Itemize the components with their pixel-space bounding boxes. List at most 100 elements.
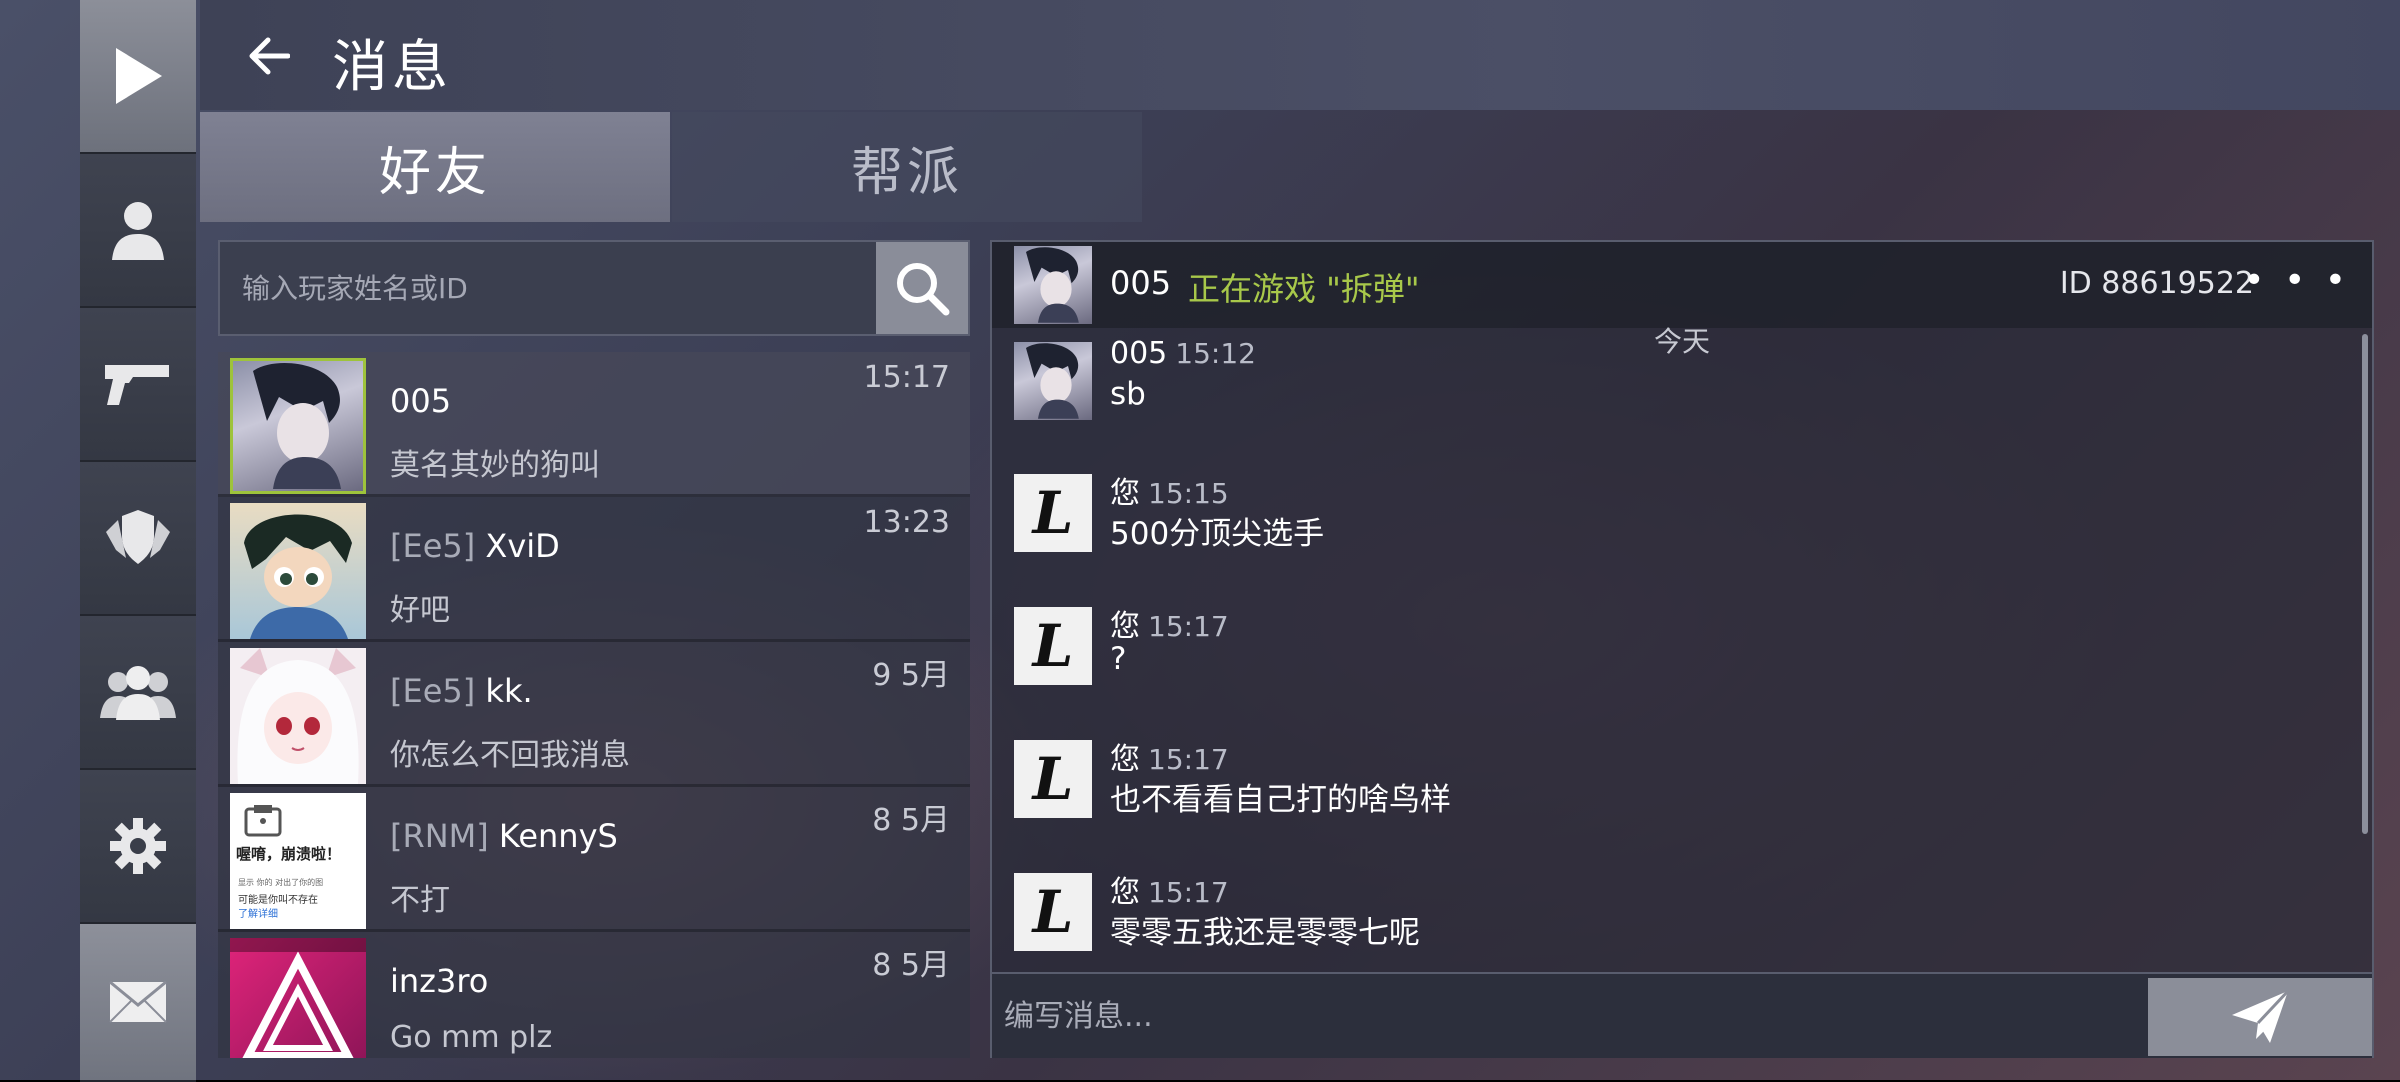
friend-time: 15:17 xyxy=(863,360,950,395)
message-sender: 您 xyxy=(1110,609,1140,644)
messages-button[interactable] xyxy=(80,924,196,1082)
friend-row-xvid[interactable]: [Ee5] XviD 好吧 13:23 xyxy=(218,497,970,642)
player-search xyxy=(218,240,970,336)
friend-time: 13:23 xyxy=(863,505,950,540)
message-meta: 您 15:15 xyxy=(1110,468,1229,512)
avatar-caption: 可能是你叫不存在 xyxy=(238,895,318,906)
profile-button[interactable] xyxy=(80,154,196,308)
avatar: L xyxy=(1014,607,1092,685)
top-bar: 消息 xyxy=(200,0,2400,110)
friend-row-005[interactable]: 005 莫名其妙的狗叫 15:17 xyxy=(218,352,970,497)
message-item: L 您 15:15 500分顶尖选手 xyxy=(992,474,2352,584)
avatar: 喔唷，崩溃啦！ 显示 你的 对出了你的图 可能是你叫不存在 了解详细 xyxy=(230,793,366,929)
avatar-caption: 显示 你的 对出了你的图 xyxy=(238,878,324,887)
send-button[interactable] xyxy=(2148,978,2372,1056)
avatar xyxy=(230,503,366,639)
shield-wings-icon xyxy=(106,510,170,564)
friend-last-message: Go mm plz xyxy=(390,1020,553,1055)
pistol-icon xyxy=(105,365,169,405)
gear-icon xyxy=(110,818,166,874)
search-input[interactable] xyxy=(220,242,880,334)
friend-name: inz3ro xyxy=(390,962,489,1000)
message-text: 500分顶尖选手 xyxy=(1110,516,1325,552)
message-meta: 您 15:17 xyxy=(1110,867,1229,911)
contact-name: 005 xyxy=(1110,264,1172,302)
back-arrow-icon xyxy=(249,37,290,75)
avatar-caption: 了解详细 xyxy=(238,909,278,920)
friend-last-message: 你怎么不回我消息 xyxy=(390,738,630,773)
tab-friends[interactable]: 好友 xyxy=(200,112,670,222)
message-meta: 005 15:12 xyxy=(1110,338,1256,371)
friend-last-message: 好吧 xyxy=(390,593,450,628)
message-time: 15:17 xyxy=(1148,743,1229,776)
message-sender: 005 xyxy=(1110,338,1168,371)
group-icon xyxy=(100,666,176,720)
message-item: L 您 15:17 零零五我还是零零七呢 xyxy=(992,873,2352,962)
friend-time: 8 5月 xyxy=(872,948,950,983)
message-tabs: 好友 帮派 xyxy=(200,112,2400,222)
mail-icon xyxy=(109,981,167,1023)
avatar: L xyxy=(1014,740,1092,818)
friend-row-kk[interactable]: [Ee5] kk. 你怎么不回我消息 9 5月 xyxy=(218,642,970,787)
friend-name: 005 xyxy=(390,382,452,420)
friend-last-message: 不打 xyxy=(390,883,450,918)
contact-status: 正在游戏 "拆弹" xyxy=(1188,270,1420,308)
message-sender: 您 xyxy=(1110,476,1140,511)
play-icon xyxy=(116,48,162,104)
friend-time: 8 5月 xyxy=(872,803,950,838)
friend-name: [RNM] KennyS xyxy=(390,817,618,855)
message-time: 15:17 xyxy=(1148,876,1229,909)
message-list: 005 15:12 sb L 您 15:15 500分顶尖选手 L 您 15:17 ?… xyxy=(992,338,2362,962)
message-time: 15:15 xyxy=(1148,477,1229,510)
send-icon xyxy=(2232,989,2290,1043)
chat-header: 005 正在游戏 "拆弹" ID 88619522 • • • xyxy=(992,242,2372,328)
friend-name: [Ee5] kk. xyxy=(390,672,533,710)
side-navigation xyxy=(80,0,196,1082)
chat-panel: 005 正在游戏 "拆弹" ID 88619522 • • • 今天 005 15… xyxy=(990,240,2374,1058)
message-composer xyxy=(992,972,2372,1058)
message-text: ? xyxy=(1110,641,1127,677)
person-icon xyxy=(112,202,164,260)
clan-button[interactable] xyxy=(80,616,196,770)
friend-list: 005 莫名其妙的狗叫 15:17 [Ee5] XviD 好吧 13:23 [E… xyxy=(218,352,970,1058)
message-text: 也不看看自己打的啥鸟样 xyxy=(1110,782,1451,818)
message-sender: 您 xyxy=(1110,742,1140,777)
broken-image-icon xyxy=(244,805,282,837)
avatar-caption: 喔唷，崩溃啦！ xyxy=(236,845,342,863)
avatar: L xyxy=(1014,474,1092,552)
search-icon xyxy=(897,263,950,316)
back-button[interactable] xyxy=(238,28,298,84)
settings-button[interactable] xyxy=(80,770,196,924)
more-options-button[interactable]: • • • xyxy=(2243,260,2350,301)
message-text: sb xyxy=(1110,376,1146,412)
message-input[interactable] xyxy=(992,974,2148,1058)
avatar xyxy=(230,648,366,784)
tab-clan[interactable]: 帮派 xyxy=(672,112,1142,222)
search-button[interactable] xyxy=(876,242,968,334)
avatar xyxy=(1014,342,1092,420)
avatar xyxy=(230,938,366,1058)
avatar xyxy=(230,358,366,494)
message-meta: 您 15:17 xyxy=(1110,601,1229,645)
friend-row-inz3ro[interactable]: inz3ro Go mm plz 8 5月 xyxy=(218,932,970,1058)
contact-id: ID 88619522 xyxy=(2059,266,2254,301)
page-title: 消息 xyxy=(332,35,452,100)
message-item: L 您 15:17 ? xyxy=(992,607,2352,717)
message-item: L 您 15:17 也不看看自己打的啥鸟样 xyxy=(992,740,2352,850)
avatar: L xyxy=(1014,873,1092,951)
friend-row-kennys[interactable]: 喔唷，崩溃啦！ 显示 你的 对出了你的图 可能是你叫不存在 了解详细 [RNM]… xyxy=(218,787,970,932)
message-scrollbar[interactable] xyxy=(2362,334,2368,834)
message-time: 15:17 xyxy=(1148,610,1229,643)
weapons-button[interactable] xyxy=(80,308,196,462)
message-item: 005 15:12 sb xyxy=(992,338,2352,452)
friend-time: 9 5月 xyxy=(872,658,950,693)
message-sender: 您 xyxy=(1110,875,1140,910)
contact-avatar[interactable] xyxy=(1014,246,1092,324)
friend-last-message: 莫名其妙的狗叫 xyxy=(390,448,600,483)
message-text: 零零五我还是零零七呢 xyxy=(1110,915,1420,951)
message-time: 15:12 xyxy=(1175,338,1256,370)
rank-button[interactable] xyxy=(80,462,196,616)
play-button[interactable] xyxy=(80,0,196,154)
friend-name: [Ee5] XviD xyxy=(390,527,560,565)
message-meta: 您 15:17 xyxy=(1110,734,1229,778)
